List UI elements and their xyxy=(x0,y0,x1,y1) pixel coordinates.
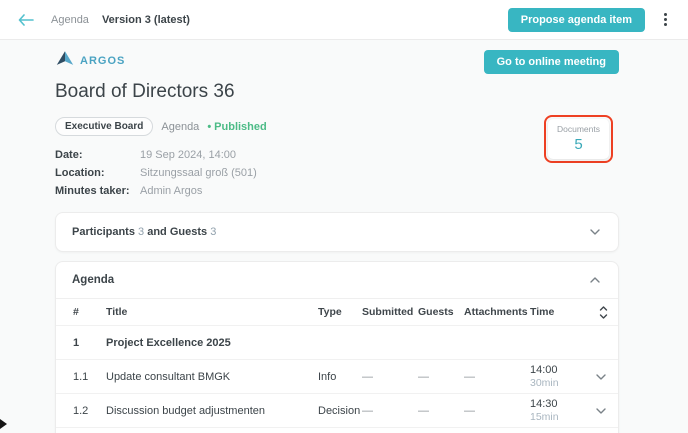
guests-count: 3 xyxy=(210,226,217,238)
documents-label: Documents xyxy=(557,124,600,134)
argos-logo-icon xyxy=(55,50,75,72)
row-submitted: — xyxy=(362,404,373,417)
row-title: Discussion budget adjustmenten xyxy=(106,404,265,417)
row-time: 14:30 15min xyxy=(530,397,559,423)
column-time: Time xyxy=(530,306,555,318)
agenda-title: Agenda xyxy=(72,274,115,286)
minutes-taker-value: Admin Argos xyxy=(140,185,203,197)
table-row[interactable]: 2 Finance Report Info — 1 1 14:45 xyxy=(56,428,618,433)
minutes-taker-row: Minutes taker: Admin Argos xyxy=(55,185,267,197)
agenda-panel: Agenda # Title Type Submitted Guests Att… xyxy=(55,261,619,433)
date-value: 19 Sep 2024, 14:00 xyxy=(140,149,237,161)
row-attachments: — xyxy=(464,370,475,383)
row-submitted: — xyxy=(362,370,373,383)
agenda-panel-header[interactable]: Agenda xyxy=(56,262,618,299)
argos-logo: ARGOS xyxy=(55,50,267,72)
status-badge: • Published xyxy=(207,120,267,133)
doc-type-label: Agenda xyxy=(161,120,200,133)
row-type: Info xyxy=(318,370,337,383)
documents-card[interactable]: Documents 5 xyxy=(548,119,609,159)
expand-collapse-all-icon[interactable] xyxy=(586,305,608,319)
row-title: Project Excellence 2025 xyxy=(106,336,231,349)
row-number: 1.2 xyxy=(73,404,89,417)
column-num: # xyxy=(73,306,79,318)
go-to-online-meeting-button[interactable]: Go to online meeting xyxy=(483,50,619,74)
row-duration: 15min xyxy=(530,410,559,423)
back-arrow-icon[interactable] xyxy=(18,13,34,26)
row-guests: — xyxy=(418,404,429,417)
row-title: Update consultant BMGK xyxy=(106,370,231,383)
row-attachments: — xyxy=(464,404,475,417)
agenda-table-header: # Title Type Submitted Guests Attachment… xyxy=(56,299,618,326)
location-row: Location: Sitzungssaal groß (501) xyxy=(55,167,267,179)
date-row: Date: 19 Sep 2024, 14:00 xyxy=(55,149,267,161)
chevron-down-icon[interactable] xyxy=(588,227,602,237)
column-attachments: Attachments xyxy=(464,306,528,318)
table-row[interactable]: 1 Project Excellence 2025 xyxy=(56,326,618,360)
row-guests: — xyxy=(418,370,429,383)
column-submitted: Submitted xyxy=(362,306,414,318)
chevron-down-icon[interactable] xyxy=(586,372,608,382)
row-duration: 30min xyxy=(530,376,559,389)
column-type: Type xyxy=(318,306,342,318)
row-number: 1.1 xyxy=(73,370,89,383)
row-type: Decision xyxy=(318,404,361,417)
documents-count: 5 xyxy=(574,136,583,153)
participants-summary: Participants 3 and Guests 3 xyxy=(72,226,216,238)
chevron-up-icon[interactable] xyxy=(588,275,602,285)
kebab-menu-icon[interactable] xyxy=(659,9,672,30)
location-label: Location: xyxy=(55,167,105,179)
row-number: 1 xyxy=(73,336,80,349)
participants-panel[interactable]: Participants 3 and Guests 3 xyxy=(55,212,619,252)
minutes-taker-label: Minutes taker: xyxy=(55,185,130,197)
guests-label: Guests xyxy=(169,226,208,238)
breadcrumb[interactable]: Agenda xyxy=(51,14,89,26)
page-content: ARGOS Board of Directors 36 Executive Bo… xyxy=(0,40,688,433)
table-row[interactable]: 1.1 Update consultant BMGK Info — — — 14… xyxy=(56,360,618,394)
chevron-down-icon[interactable] xyxy=(586,406,608,416)
and-label: and xyxy=(147,226,167,238)
date-label: Date: xyxy=(55,149,83,161)
version-label[interactable]: Version 3 (latest) xyxy=(102,14,190,26)
documents-annotation-highlight: Documents 5 xyxy=(544,115,613,163)
page-title: Board of Directors 36 xyxy=(55,81,235,102)
participants-count: 3 xyxy=(138,226,145,238)
meeting-header: ARGOS Board of Directors 36 Executive Bo… xyxy=(55,50,619,203)
top-bar: Agenda Version 3 (latest) Propose agenda… xyxy=(0,0,688,40)
row-time: 14:00 30min xyxy=(530,363,559,389)
propose-agenda-item-button[interactable]: Propose agenda item xyxy=(507,7,645,32)
column-guests: Guests xyxy=(418,306,454,318)
board-badge: Executive Board xyxy=(55,117,154,136)
location-value: Sitzungssaal groß (501) xyxy=(140,167,257,179)
participants-label: Participants xyxy=(72,226,135,238)
cursor-artifact xyxy=(0,419,7,429)
argos-logo-text: ARGOS xyxy=(80,55,126,67)
table-row[interactable]: 1.2 Discussion budget adjustmenten Decis… xyxy=(56,394,618,428)
column-title: Title xyxy=(106,306,128,318)
